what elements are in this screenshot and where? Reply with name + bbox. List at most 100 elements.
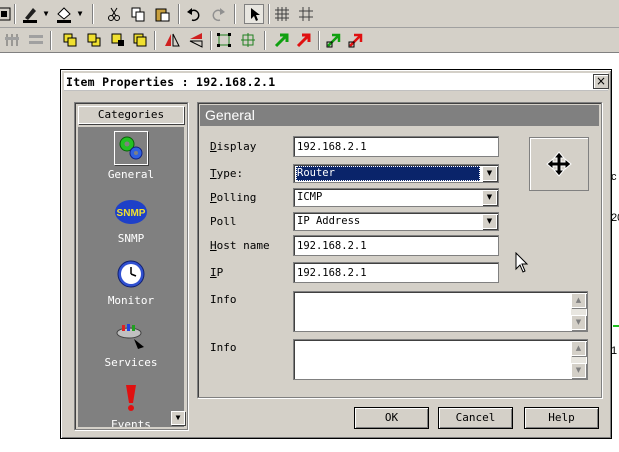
toolbar-separator bbox=[234, 4, 236, 24]
info-label: Info bbox=[210, 293, 237, 306]
ip-label: IP bbox=[210, 266, 224, 279]
category-label: Services bbox=[104, 356, 158, 369]
display-field[interactable]: 192.168.2.1 bbox=[293, 136, 499, 157]
ip-field[interactable]: 192.168.2.1 bbox=[293, 262, 499, 283]
dialog-titlebar[interactable]: Item Properties : 192.168.2.1 × bbox=[64, 73, 609, 91]
toolbar-separator bbox=[92, 4, 94, 24]
redo-icon[interactable] bbox=[208, 4, 228, 24]
snmp-icon-text: SNMP bbox=[117, 208, 146, 219]
group-icon[interactable] bbox=[108, 30, 128, 50]
ok-button[interactable]: OK bbox=[354, 407, 429, 429]
host-name-label: Host name bbox=[210, 239, 270, 252]
snap-grid-icon[interactable] bbox=[296, 4, 316, 24]
category-label: SNMP bbox=[117, 232, 145, 245]
info-scrollbar[interactable]: ▲ ▼ bbox=[571, 341, 586, 378]
scroll-up-icon[interactable]: ▲ bbox=[571, 293, 586, 308]
flip-vertical-icon[interactable] bbox=[186, 30, 206, 50]
pen-color-dropdown-icon[interactable]: ▼ bbox=[42, 4, 50, 24]
toolbar-separator bbox=[178, 4, 180, 24]
undo-icon[interactable] bbox=[184, 4, 204, 24]
services-icon bbox=[114, 319, 148, 353]
categories-header: Categories bbox=[78, 106, 184, 124]
general-header: General bbox=[200, 105, 599, 126]
chevron-down-icon[interactable]: ▼ bbox=[482, 166, 497, 181]
close-button[interactable]: × bbox=[593, 74, 609, 89]
send-back-icon[interactable] bbox=[84, 30, 104, 50]
scroll-down-icon[interactable]: ▼ bbox=[571, 315, 586, 330]
align-icon[interactable] bbox=[2, 30, 22, 50]
category-snmp[interactable]: SNMP SNMP bbox=[78, 195, 184, 245]
main-toolbar: ▼ ▼ bbox=[0, 0, 619, 28]
polling-label: Polling bbox=[210, 191, 257, 204]
scroll-up-icon[interactable]: ▲ bbox=[571, 341, 586, 356]
scroll-down-icon[interactable]: ▼ bbox=[571, 363, 586, 378]
polling-select[interactable]: ICMP ▼ bbox=[293, 188, 499, 207]
chevron-down-icon[interactable]: ▼ bbox=[482, 190, 497, 205]
move-arrows-icon bbox=[546, 151, 572, 177]
bring-front-icon[interactable] bbox=[60, 30, 80, 50]
host-name-field[interactable]: 192.168.2.1 bbox=[293, 235, 499, 256]
item-icon-well[interactable] bbox=[529, 137, 589, 191]
info-textarea[interactable]: ▲ ▼ bbox=[293, 291, 588, 332]
resize-icon[interactable] bbox=[238, 30, 258, 50]
link-green-icon[interactable] bbox=[324, 30, 344, 50]
category-general[interactable]: General bbox=[78, 131, 184, 181]
info-textarea[interactable]: ▲ ▼ bbox=[293, 339, 588, 380]
poll-value: IP Address bbox=[297, 215, 361, 227]
pointer-icon[interactable] bbox=[244, 4, 264, 24]
pen-color-icon[interactable] bbox=[20, 4, 40, 24]
toolbar-separator bbox=[14, 4, 16, 24]
polling-value: ICMP bbox=[297, 191, 323, 203]
poll-label: Poll bbox=[210, 215, 237, 228]
clock-icon bbox=[114, 257, 148, 291]
paste-icon[interactable] bbox=[152, 4, 172, 24]
category-events[interactable]: Events bbox=[78, 381, 184, 427]
toolbar-separator bbox=[154, 31, 156, 50]
category-label: Events bbox=[111, 418, 151, 427]
category-monitor[interactable]: Monitor bbox=[78, 257, 184, 307]
gears-icon bbox=[114, 131, 148, 165]
chevron-down-icon[interactable]: ▼ bbox=[482, 214, 497, 229]
arrow-up-red-icon[interactable] bbox=[294, 30, 314, 50]
categories-panel: Categories General SNMP SNMP Monitor Ser… bbox=[74, 102, 188, 430]
toolbar-separator bbox=[264, 31, 266, 50]
flip-horizontal-icon[interactable] bbox=[162, 30, 182, 50]
copy-icon[interactable] bbox=[128, 4, 148, 24]
toolbar-separator bbox=[50, 31, 52, 50]
categories-scroll-down-icon[interactable]: ▼ bbox=[171, 411, 185, 425]
category-label: Monitor bbox=[107, 294, 155, 307]
info-label: Info bbox=[210, 341, 237, 354]
help-button[interactable]: Help bbox=[524, 407, 599, 429]
fill-color-icon[interactable] bbox=[54, 4, 74, 24]
type-select[interactable]: Router ▼ bbox=[293, 164, 499, 183]
ungroup-icon[interactable] bbox=[130, 30, 150, 50]
display-label: Display bbox=[210, 140, 257, 153]
snmp-icon: SNMP bbox=[114, 195, 148, 229]
fill-color-dropdown-icon[interactable]: ▼ bbox=[76, 4, 84, 24]
mouse-cursor-icon bbox=[515, 251, 529, 277]
general-panel: General Display 192.168.2.1 Type: Router… bbox=[197, 102, 602, 398]
poll-select[interactable]: IP Address ▼ bbox=[293, 212, 499, 231]
distribute-icon[interactable] bbox=[26, 30, 46, 50]
exclamation-icon bbox=[114, 381, 148, 415]
type-value: Router bbox=[296, 166, 480, 181]
toolbar-separator bbox=[268, 4, 270, 24]
item-properties-dialog: Item Properties : 192.168.2.1 × Categori… bbox=[60, 69, 612, 439]
grid-select-icon[interactable] bbox=[0, 4, 14, 24]
toolbar-separator bbox=[210, 31, 212, 50]
cancel-button[interactable]: Cancel bbox=[438, 407, 513, 429]
grid-icon[interactable] bbox=[272, 4, 292, 24]
category-label: General bbox=[107, 168, 155, 181]
cut-icon[interactable] bbox=[104, 4, 124, 24]
info-scrollbar[interactable]: ▲ ▼ bbox=[571, 293, 586, 330]
workspace-label: 20 bbox=[611, 212, 619, 224]
arrow-up-green-icon[interactable] bbox=[272, 30, 292, 50]
type-label: Type: bbox=[210, 167, 244, 180]
link-line bbox=[613, 325, 619, 327]
toolbar-separator bbox=[318, 31, 320, 50]
link-red-icon[interactable] bbox=[346, 30, 366, 50]
category-services[interactable]: Services bbox=[78, 319, 184, 369]
fit-icon[interactable] bbox=[214, 30, 234, 50]
categories-list: General SNMP SNMP Monitor Services Event… bbox=[78, 127, 184, 427]
dialog-title: Item Properties : 192.168.2.1 bbox=[66, 75, 276, 89]
